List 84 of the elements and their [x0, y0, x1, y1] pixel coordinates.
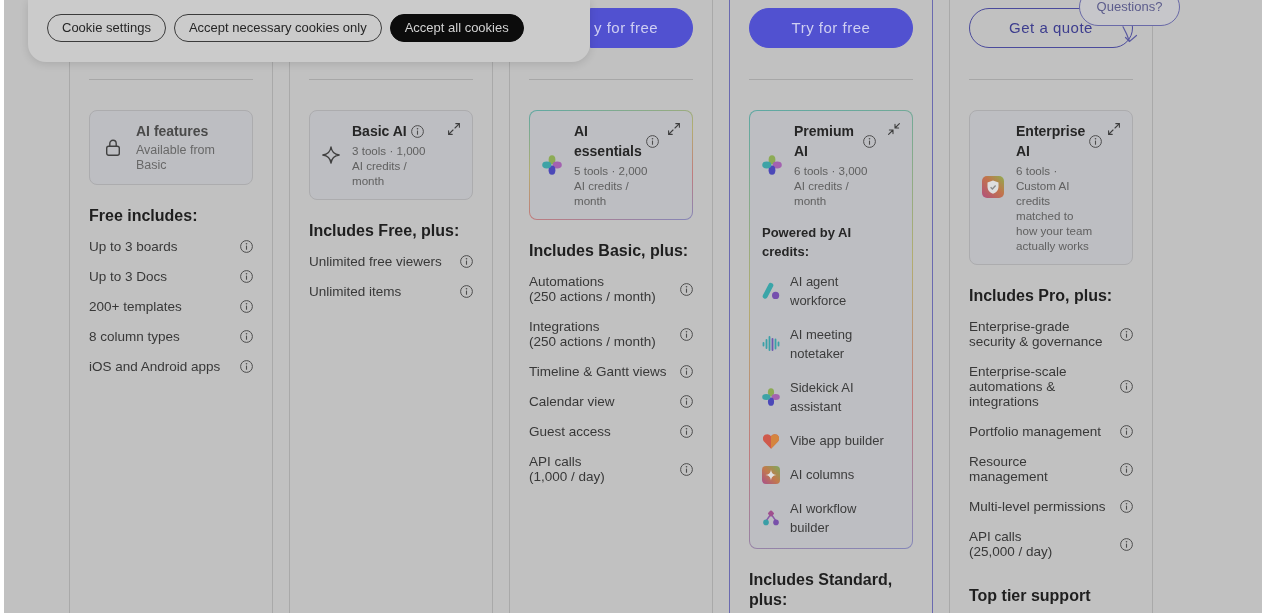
info-icon[interactable]: [1089, 134, 1103, 148]
feature-text: Automations (250 actions / month): [529, 274, 656, 304]
feature-text: Portfolio management: [969, 424, 1102, 439]
ai-plan-details: Available from Basic: [136, 143, 216, 173]
info-icon[interactable]: [863, 134, 876, 148]
info-icon[interactable]: [680, 425, 693, 438]
node-graph-icon: [762, 509, 780, 527]
info-icon[interactable]: [680, 462, 693, 476]
info-icon[interactable]: [645, 134, 659, 148]
info-icon[interactable]: [1120, 425, 1133, 438]
feature-text: 200+ templates: [89, 299, 182, 314]
ai-plan-title: Enterprise AI: [1016, 122, 1086, 161]
ai-plan-details: 6 tools · 3,000 AI credits / month: [794, 163, 869, 208]
expand-icon[interactable]: [668, 123, 680, 135]
four-petal-icon: [542, 154, 562, 175]
feature-text: 8 column types: [89, 329, 180, 344]
feature-text: Unlimited free viewers: [309, 254, 442, 269]
ai-tool-name: AI agent workforce: [790, 273, 848, 310]
ai-plan-details: 6 tools · Custom AI credits matched to how your team actually works: [1016, 163, 1094, 253]
info-icon[interactable]: [680, 327, 693, 341]
feature-text: Up to 3 boards: [89, 239, 178, 254]
curved-arrow-icon: [1120, 26, 1138, 43]
ai-tool-name: AI meeting notetaker: [790, 326, 854, 363]
info-icon[interactable]: [1120, 500, 1133, 513]
section-heading: Top tier support: [969, 586, 1092, 606]
ai-tools-heading: Powered by AI credits:: [762, 224, 853, 261]
feature-text: Enterprise-grade security & governance: [969, 319, 1103, 349]
feature-text: Timeline & Gantt views: [529, 364, 667, 379]
feature-text: Resource management: [969, 454, 1048, 484]
expand-icon[interactable]: [448, 123, 460, 135]
ai-tool-name: Sidekick AI assistant: [790, 379, 855, 416]
info-icon[interactable]: [1120, 380, 1133, 393]
sparkle-icon: [322, 145, 340, 164]
ai-tool-name: Vibe app builder: [790, 432, 884, 450]
info-icon[interactable]: [240, 360, 253, 373]
info-icon[interactable]: [410, 124, 424, 138]
section-heading: Includes Standard, plus:: [749, 570, 894, 610]
feature-text: API calls (25,000 / day): [969, 529, 1053, 559]
section-heading: Free includes:: [89, 206, 199, 226]
info-icon[interactable]: [1120, 462, 1133, 476]
feature-text: API calls (1,000 / day): [529, 454, 605, 484]
ai-plan-title: Basic AI: [352, 122, 407, 141]
info-icon[interactable]: [1120, 537, 1133, 551]
info-icon[interactable]: [680, 365, 693, 378]
ai-plan-title: AI essentials: [574, 122, 642, 161]
expand-icon[interactable]: [1108, 123, 1120, 135]
info-icon[interactable]: [1120, 327, 1133, 341]
section-heading: Includes Free, plus:: [309, 221, 461, 241]
feature-text: iOS and Android apps: [89, 359, 221, 374]
feature-text: Enterprise-scale automations & integrations: [969, 364, 1067, 409]
shield-check-icon: [982, 176, 1004, 198]
bar-and-dot-icon: [762, 282, 780, 300]
feature-text: Unlimited items: [309, 284, 402, 299]
info-icon[interactable]: [680, 395, 693, 408]
collapse-icon[interactable]: [888, 123, 900, 135]
star-tile-icon: [762, 465, 780, 484]
info-icon[interactable]: [460, 285, 473, 298]
sound-wave-icon: [762, 335, 780, 353]
accept-all-button[interactable]: Accept all cookies: [389, 14, 524, 42]
info-icon[interactable]: [460, 255, 473, 268]
info-icon[interactable]: [240, 300, 253, 313]
ai-plan-details: 5 tools · 2,000 AI credits / month: [574, 163, 649, 208]
section-heading: Includes Pro, plus:: [969, 286, 1114, 306]
info-icon[interactable]: [680, 282, 693, 296]
feature-text: Calendar view: [529, 394, 615, 409]
ai-plan-title: AI features: [136, 122, 209, 141]
feature-text: Guest access: [529, 424, 611, 439]
section-heading: Includes Basic, plus:: [529, 241, 690, 261]
four-petal-icon: [762, 154, 782, 175]
plan-button[interactable]: y for free: [590, 8, 693, 48]
ai-tool-name: AI columns: [790, 466, 855, 484]
info-icon[interactable]: [240, 330, 253, 343]
heart-icon: [762, 431, 780, 450]
ai-tool-name: AI workflow builder: [790, 500, 858, 537]
info-icon[interactable]: [240, 240, 253, 253]
feature-text: Up to 3 Docs: [89, 269, 168, 284]
feature-text: Integrations (250 actions / month): [529, 319, 656, 349]
four-petal-icon: [762, 388, 780, 406]
info-icon[interactable]: [240, 270, 253, 283]
ai-plan-details: 3 tools · 1,000 AI credits / month: [352, 143, 427, 188]
feature-text: Multi-level permissions: [969, 499, 1106, 514]
lock-icon: [106, 138, 120, 156]
plan-button[interactable]: Try for free: [749, 8, 913, 48]
ai-plan-title: Premium AI: [794, 122, 855, 161]
